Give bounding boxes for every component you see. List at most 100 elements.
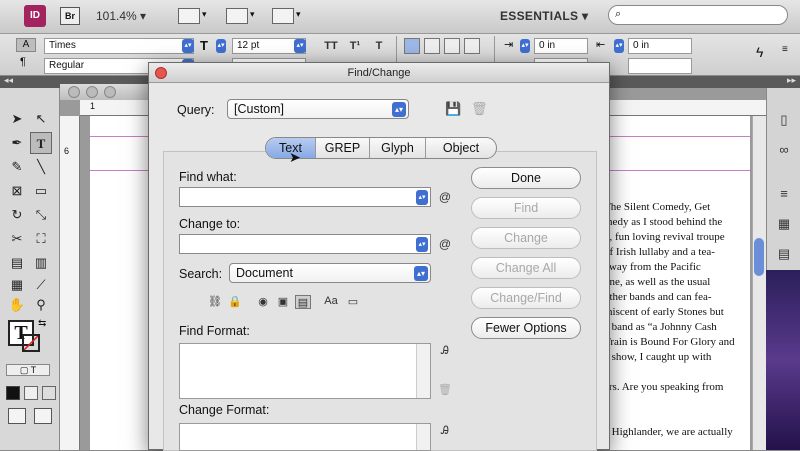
pencil-tool-icon[interactable]: ✎ xyxy=(6,156,28,178)
type-tool-icon[interactable]: T xyxy=(30,132,52,154)
paragraph-formatting-icon[interactable]: ¶ xyxy=(20,56,26,68)
special-characters-find-button[interactable]: @ xyxy=(437,188,453,206)
change-button[interactable]: Change xyxy=(471,227,581,249)
chevron-down-icon[interactable]: ▾ xyxy=(296,9,301,20)
close-icon[interactable] xyxy=(155,67,167,79)
view-options-icon[interactable] xyxy=(178,8,200,24)
zoom-tool-icon[interactable]: ⚲ xyxy=(30,294,52,316)
whole-word-icon[interactable]: ▭ xyxy=(345,295,361,309)
case-sensitive-icon[interactable]: Aa xyxy=(323,295,339,309)
tab-glyph[interactable]: Glyph xyxy=(370,138,426,158)
left-indent-stepper[interactable]: ▴▾ xyxy=(520,39,530,53)
find-what-input[interactable]: ▴▾ xyxy=(179,187,431,207)
note-tool-icon[interactable]: ▦ xyxy=(6,274,28,296)
color-panel-icon[interactable]: ▦ xyxy=(774,216,794,234)
scale-tool-icon[interactable]: ⤡ xyxy=(30,204,52,226)
selection-tool-icon[interactable]: ➤ xyxy=(6,108,28,130)
rectangle-tool-icon[interactable]: ▭ xyxy=(30,180,52,202)
done-button[interactable]: Done xyxy=(471,167,581,189)
align-justify-icon[interactable] xyxy=(464,38,480,54)
save-query-icon[interactable]: 💾 xyxy=(445,101,461,117)
pages-panel-icon[interactable]: ▯ xyxy=(774,112,794,130)
space-after-field[interactable] xyxy=(628,58,692,74)
story-text-frame[interactable]: The Silent Comedy, Get medy as I stood be… xyxy=(604,200,754,440)
rotate-tool-icon[interactable]: ↻ xyxy=(6,204,28,226)
window-zoom-icon[interactable] xyxy=(104,86,116,98)
change-find-button[interactable]: Change/Find xyxy=(471,287,581,309)
specify-find-format-icon[interactable]: Ꭿ xyxy=(437,345,453,359)
eyedropper-tool-icon[interactable]: ⟋ xyxy=(30,274,52,296)
gradient-tool-icon[interactable]: ▤ xyxy=(6,252,28,274)
change-all-button[interactable]: Change All xyxy=(471,257,581,279)
normal-view-icon[interactable] xyxy=(8,408,26,424)
left-indent-field[interactable]: 0 in xyxy=(534,38,588,54)
include-hidden-layers-icon[interactable]: ◉ xyxy=(255,295,271,309)
vertical-ruler[interactable]: 6 xyxy=(60,116,80,450)
expand-icon[interactable]: ▸▸ xyxy=(787,75,796,86)
swatches-panel-icon[interactable]: ▤ xyxy=(774,246,794,264)
find-format-scrollbar[interactable] xyxy=(416,344,430,398)
space-before-field[interactable]: 0 in xyxy=(628,38,692,54)
change-format-box[interactable] xyxy=(179,423,431,451)
search-scope-dropdown[interactable]: Document ▴▾ xyxy=(229,263,431,283)
line-tool-icon[interactable]: ╲ xyxy=(30,156,52,178)
delete-query-icon[interactable]: 🗑 xyxy=(471,101,488,117)
font-size-stepper[interactable]: ▴▾ xyxy=(216,39,226,53)
apply-gradient-icon[interactable] xyxy=(24,386,38,400)
font-family-dropdown[interactable]: ▴▾ xyxy=(182,39,194,53)
align-center-icon[interactable] xyxy=(424,38,440,54)
rectangle-frame-tool-icon[interactable]: ⊠ xyxy=(6,180,28,202)
find-button[interactable]: Find xyxy=(471,197,581,219)
stroke-none-icon[interactable] xyxy=(22,334,40,352)
all-caps-button[interactable]: TT xyxy=(322,38,340,54)
preview-mode-icon[interactable] xyxy=(34,408,52,424)
pen-tool-icon[interactable]: ✒ xyxy=(6,132,28,154)
change-to-input[interactable]: ▴▾ xyxy=(179,234,431,254)
include-footnotes-icon[interactable]: ▤ xyxy=(295,295,311,309)
screen-mode-icon[interactable] xyxy=(226,8,248,24)
query-dropdown[interactable]: [Custom] ▴▾ xyxy=(227,99,409,119)
swap-colors-icon[interactable]: ⇆ xyxy=(38,318,46,329)
workspace-switcher[interactable]: ESSENTIALS ▾ xyxy=(500,9,588,23)
chevron-down-icon[interactable]: ▾ xyxy=(250,9,255,20)
arrange-documents-icon[interactable] xyxy=(272,8,294,24)
vertical-scrollbar[interactable] xyxy=(752,116,766,450)
stroke-panel-icon[interactable]: ≡ xyxy=(774,186,794,204)
panel-menu-icon[interactable]: ≡ xyxy=(782,44,788,55)
free-transform-tool-icon[interactable]: ⛶ xyxy=(30,228,52,250)
apply-color-icon[interactable] xyxy=(6,386,20,400)
gradient-feather-tool-icon[interactable]: ▥ xyxy=(30,252,52,274)
include-locked-layers-icon[interactable]: ⛓ xyxy=(207,295,223,309)
font-size-dropdown[interactable]: ▴▾ xyxy=(294,39,306,53)
chevron-down-icon[interactable]: ▾ xyxy=(202,9,207,20)
align-left-icon[interactable] xyxy=(404,38,420,54)
search-field[interactable]: ⌕ xyxy=(608,5,788,25)
formatting-affects-text-icon[interactable]: ▢ T xyxy=(6,364,50,376)
character-formatting-icon[interactable]: A xyxy=(16,38,36,52)
direct-selection-tool-icon[interactable]: ↖ xyxy=(30,108,52,130)
specify-change-format-icon[interactable]: Ꭿ xyxy=(437,425,453,439)
tab-object[interactable]: Object xyxy=(426,138,496,158)
window-minimize-icon[interactable] xyxy=(86,86,98,98)
zoom-level-dropdown[interactable]: 101.4% ▾ xyxy=(96,9,146,23)
space-before-stepper[interactable]: ▴▾ xyxy=(614,39,624,53)
apply-none-icon[interactable] xyxy=(42,386,56,400)
fewer-options-button[interactable]: Fewer Options xyxy=(471,317,581,339)
find-format-box[interactable] xyxy=(179,343,431,399)
bridge-button[interactable]: Br xyxy=(60,7,80,25)
scissors-tool-icon[interactable]: ✂ xyxy=(6,228,28,250)
change-format-scrollbar[interactable] xyxy=(416,424,430,450)
special-characters-change-button[interactable]: @ xyxy=(437,235,453,253)
superscript-button[interactable]: T¹ xyxy=(346,38,364,54)
collapse-icon[interactable]: ◂◂ xyxy=(4,75,13,86)
links-panel-icon[interactable]: ∞ xyxy=(774,142,794,160)
scrollbar-thumb[interactable] xyxy=(754,238,764,276)
hand-tool-icon[interactable]: ✋ xyxy=(6,294,28,316)
include-master-pages-icon[interactable]: ▣ xyxy=(275,295,291,309)
font-family-field[interactable]: Times xyxy=(44,38,194,54)
align-right-icon[interactable] xyxy=(444,38,460,54)
tab-grep[interactable]: GREP xyxy=(316,138,370,158)
include-locked-stories-icon[interactable]: 🔒 xyxy=(227,295,243,309)
quick-apply-icon[interactable]: ϟ xyxy=(756,44,763,60)
clear-find-format-icon[interactable]: 🗑 xyxy=(437,383,453,397)
